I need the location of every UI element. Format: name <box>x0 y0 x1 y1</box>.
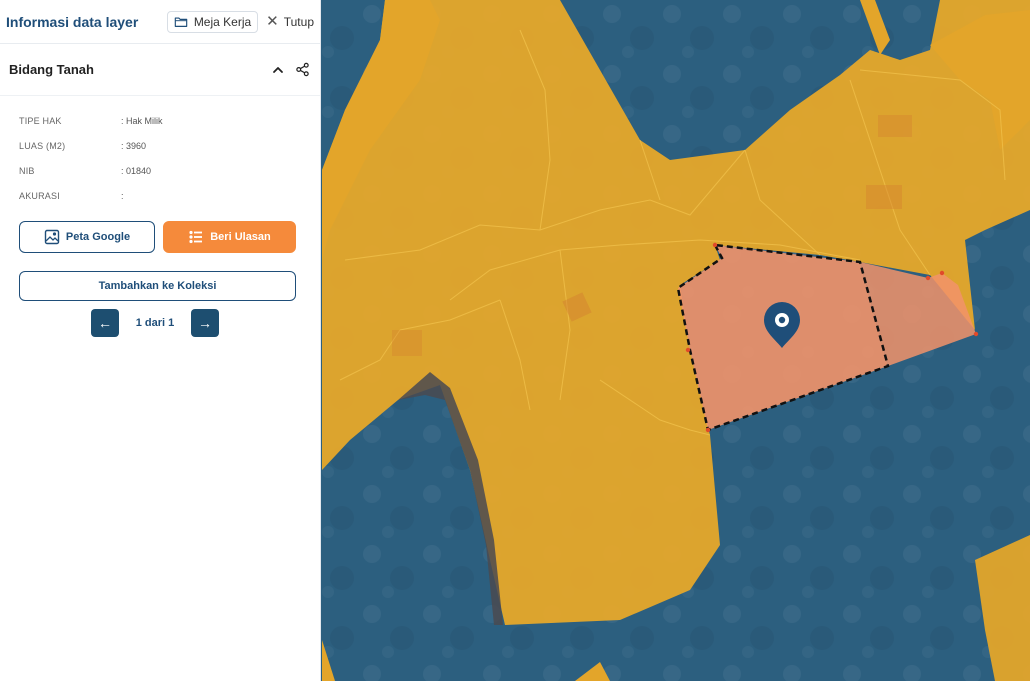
review-label: Beri Ulasan <box>210 231 271 243</box>
attribute-row: TIPE HAK : Hak Milik <box>19 108 301 133</box>
layer-info-panel: Informasi data layer Meja Kerja ✕ Tutup … <box>0 0 321 681</box>
attribute-value: : <box>121 190 124 201</box>
add-to-collection-button[interactable]: Tambahkan ke Koleksi <box>19 271 296 301</box>
workspace-button[interactable]: Meja Kerja <box>166 10 259 33</box>
add-to-collection-label: Tambahkan ke Koleksi <box>98 280 217 292</box>
panel-title: Informasi data layer <box>6 13 139 30</box>
close-button[interactable]: ✕ Tutup <box>266 14 314 29</box>
arrow-left-icon: ← <box>98 315 112 331</box>
close-icon: ✕ <box>266 13 279 30</box>
attribute-row: NIB : 01840 <box>19 158 301 183</box>
workspace-label: Meja Kerja <box>193 14 252 29</box>
attribute-key: AKURASI <box>19 190 60 201</box>
attribute-value: : 3960 <box>121 140 147 151</box>
arrow-right-icon: → <box>198 315 212 331</box>
section-title: Bidang Tanah <box>9 62 94 77</box>
attribute-key: LUAS (M2) <box>19 140 66 151</box>
pagination: ← 1 dari 1 → <box>0 301 320 337</box>
share-icon[interactable] <box>293 61 311 79</box>
folder-icon <box>174 16 188 27</box>
attribute-key: TIPE HAK <box>19 115 62 126</box>
chevron-up-icon[interactable] <box>269 61 287 79</box>
attribute-key: NIB <box>19 165 35 176</box>
prev-page-button[interactable]: ← <box>91 309 119 337</box>
attribute-list: TIPE HAK : Hak Milik LUAS (M2) : 3960 NI… <box>0 96 320 208</box>
attribute-row: AKURASI : <box>19 183 301 208</box>
review-button[interactable]: Beri Ulasan <box>163 221 296 253</box>
panel-header: Informasi data layer Meja Kerja ✕ Tutup <box>0 0 320 44</box>
close-label: Tutup <box>283 14 314 29</box>
next-page-button[interactable]: → <box>191 309 219 337</box>
google-maps-label: Peta Google <box>65 231 131 243</box>
page-indicator: 1 dari 1 <box>135 317 175 329</box>
attribute-value: : Hak Milik <box>121 115 163 126</box>
section-header: Bidang Tanah <box>0 44 320 96</box>
list-icon <box>189 230 203 244</box>
map-image-icon <box>44 229 60 245</box>
google-maps-button[interactable]: Peta Google <box>19 221 155 253</box>
attribute-row: LUAS (M2) : 3960 <box>19 133 301 158</box>
action-buttons: Peta Google Beri Ulasan <box>0 208 320 253</box>
attribute-value: : 01840 <box>121 165 152 176</box>
